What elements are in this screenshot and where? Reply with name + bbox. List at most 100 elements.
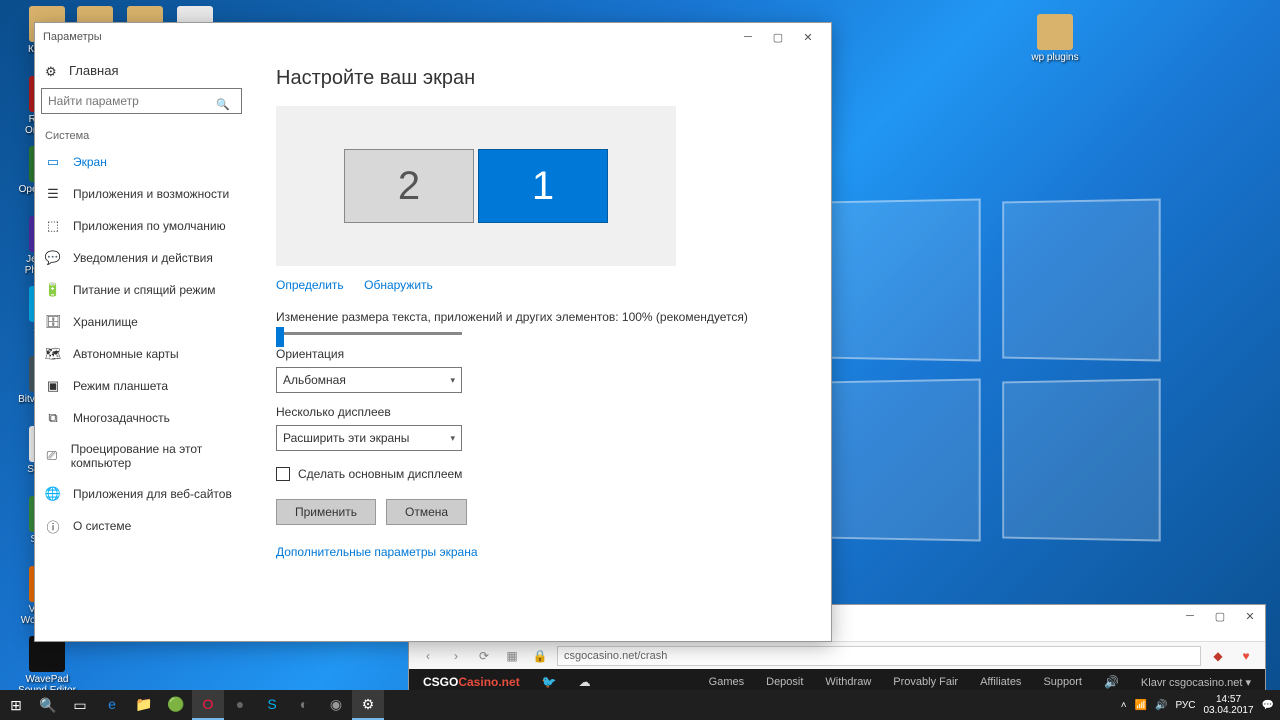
- speeddial-icon[interactable]: ▦: [501, 645, 523, 667]
- chevron-down-icon: ▾: [450, 433, 455, 444]
- sidebar-item-7[interactable]: ▣Режим планшета: [35, 370, 248, 402]
- sidebar-item-label: Уведомления и действия: [73, 251, 213, 265]
- make-main-checkbox[interactable]: Сделать основным дисплеем: [276, 467, 803, 481]
- sidebar-item-5[interactable]: 🗄Хранилище: [35, 306, 248, 338]
- titlebar[interactable]: Параметры ─ ▢ ✕: [35, 23, 831, 51]
- multiple-displays-select[interactable]: Расширить эти экраны ▾: [276, 425, 462, 451]
- sidebar-item-9[interactable]: ⎚Проецирование на этот компьютер: [35, 434, 248, 478]
- browser-close[interactable]: ✕: [1235, 605, 1265, 627]
- steam-icon[interactable]: ☁: [579, 675, 591, 689]
- sidebar-item-11[interactable]: ⓘО системе: [35, 510, 248, 542]
- sidebar-item-label: О системе: [73, 519, 131, 533]
- taskbar-app2[interactable]: ◐: [288, 690, 320, 720]
- display-2[interactable]: 2: [344, 149, 474, 223]
- nav-icon: ⧉: [45, 410, 61, 426]
- taskbar-settings[interactable]: ⚙: [352, 690, 384, 720]
- scaling-label: Изменение размера текста, приложений и д…: [276, 310, 803, 324]
- tray-network-icon[interactable]: 📶: [1135, 700, 1147, 711]
- orientation-select[interactable]: Альбомная ▾: [276, 367, 462, 393]
- site-nav-deposit[interactable]: Deposit: [766, 676, 803, 688]
- identify-link[interactable]: Определить: [276, 278, 344, 292]
- task-view-icon[interactable]: ▭: [64, 690, 96, 720]
- sidebar-item-label: Автономные карты: [73, 347, 179, 361]
- browser-toolbar: ‹ › ⟳ ▦ 🔒 ◆ ♥: [409, 641, 1265, 671]
- sidebar-item-label: Питание и спящий режим: [73, 283, 216, 297]
- sidebar-item-4[interactable]: 🔋Питание и спящий режим: [35, 274, 248, 306]
- site-nav-support[interactable]: Support: [1043, 676, 1082, 688]
- tray-language[interactable]: РУС: [1175, 700, 1195, 711]
- sidebar-item-2[interactable]: ⬚ Приложения по умолчанию: [35, 210, 248, 242]
- twitter-icon[interactable]: 🐦: [542, 675, 557, 689]
- page-title: Настройте ваш экран: [276, 67, 803, 90]
- scaling-slider[interactable]: [276, 332, 462, 335]
- taskbar-obs[interactable]: ◉: [320, 690, 352, 720]
- sidebar-item-label: Многозадачность: [73, 411, 170, 425]
- sidebar-item-3[interactable]: 💬Уведомления и действия: [35, 242, 248, 274]
- site-nav-affiliates[interactable]: Affiliates: [980, 676, 1021, 688]
- sidebar-item-0[interactable]: ▭ Экран: [35, 146, 248, 178]
- system-tray[interactable]: ˄ 📶 🔊 РУС 14:57 03.04.2017 💬: [1115, 694, 1280, 716]
- tray-notifications-icon[interactable]: 💬: [1262, 700, 1274, 711]
- browser-minimize[interactable]: ─: [1175, 605, 1205, 627]
- sidebar-item-label: Приложения и возможности: [73, 187, 229, 201]
- close-button[interactable]: ✕: [793, 26, 823, 48]
- sidebar-home[interactable]: ⚙ Главная: [35, 57, 248, 84]
- orientation-label: Ориентация: [276, 347, 803, 361]
- start-button[interactable]: ⊞: [0, 690, 32, 720]
- cancel-button[interactable]: Отмена: [386, 499, 467, 525]
- sidebar-item-label: Приложения для веб-сайтов: [73, 487, 232, 501]
- sidebar-item-label: Экран: [73, 155, 107, 169]
- extension-icon[interactable]: ◆: [1207, 645, 1229, 667]
- taskbar-app[interactable]: ●: [224, 690, 256, 720]
- user-menu[interactable]: Klavr csgocasino.net ▾: [1141, 676, 1251, 689]
- apply-button[interactable]: Применить: [276, 499, 376, 525]
- settings-sidebar: ⚙ Главная 🔍 Система ▭Экран☰Приложения и …: [35, 51, 248, 641]
- sidebar-item-label: Хранилище: [73, 315, 138, 329]
- sidebar-item-8[interactable]: ⧉ Многозадачность: [35, 402, 248, 434]
- back-icon[interactable]: ‹: [417, 645, 439, 667]
- sound-icon[interactable]: 🔊: [1104, 675, 1119, 689]
- sidebar-item-label: Приложения по умолчанию: [73, 219, 226, 233]
- site-nav-provably[interactable]: Provably Fair: [893, 676, 958, 688]
- taskbar-explorer[interactable]: 📁: [128, 690, 160, 720]
- multiple-displays-value: Расширить эти экраны: [283, 431, 409, 445]
- forward-icon[interactable]: ›: [445, 645, 467, 667]
- sidebar-item-1[interactable]: ☰Приложения и возможности: [35, 178, 248, 210]
- nav-icon: 🌐: [45, 486, 61, 502]
- taskbar-chrome[interactable]: 🟢: [160, 690, 192, 720]
- nav-icon: ⬚: [45, 218, 61, 234]
- tray-clock[interactable]: 14:57 03.04.2017: [1203, 694, 1253, 716]
- advanced-display-link[interactable]: Дополнительные параметры экрана: [276, 545, 478, 559]
- taskbar-edge[interactable]: e: [96, 690, 128, 720]
- heart-icon[interactable]: ♥: [1235, 645, 1257, 667]
- taskbar[interactable]: ⊞ 🔍 ▭ e 📁 🟢 O ● S ◐ ◉ ⚙ ˄ 📶 🔊 РУС 14:57 …: [0, 690, 1280, 720]
- reload-icon[interactable]: ⟳: [473, 645, 495, 667]
- chevron-down-icon: ▾: [450, 375, 455, 386]
- taskbar-opera[interactable]: O: [192, 690, 224, 720]
- detect-link[interactable]: Обнаружить: [364, 278, 433, 292]
- app-icon: [1037, 14, 1073, 50]
- address-input[interactable]: [557, 646, 1201, 666]
- sidebar-home-label: Главная: [69, 63, 118, 78]
- display-arrangement[interactable]: 2 1: [276, 106, 676, 266]
- site-nav-games[interactable]: Games: [709, 676, 744, 688]
- site-brand: CSGOCasino.net: [423, 675, 520, 689]
- make-main-label: Сделать основным дисплеем: [298, 467, 462, 481]
- desktop-icon[interactable]: WavePad Sound Editor: [12, 636, 82, 696]
- sidebar-item-6[interactable]: 🗺Автономные карты: [35, 338, 248, 370]
- nav-icon: ▭: [45, 154, 61, 170]
- tray-chevron-icon[interactable]: ˄: [1121, 700, 1127, 711]
- maximize-button[interactable]: ▢: [763, 26, 793, 48]
- desktop-icon[interactable]: wp plugins: [1020, 14, 1090, 63]
- browser-maximize[interactable]: ▢: [1205, 605, 1235, 627]
- settings-main: Настройте ваш экран 2 1 Определить Обнар…: [248, 51, 831, 641]
- site-nav-withdraw[interactable]: Withdraw: [825, 676, 871, 688]
- minimize-button[interactable]: ─: [733, 26, 763, 48]
- search-icon[interactable]: 🔍: [32, 690, 64, 720]
- sidebar-item-10[interactable]: 🌐 Приложения для веб-сайтов: [35, 478, 248, 510]
- display-1[interactable]: 1: [478, 149, 608, 223]
- sidebar-item-label: Проецирование на этот компьютер: [71, 442, 238, 470]
- taskbar-skype[interactable]: S: [256, 690, 288, 720]
- search-input[interactable]: [41, 88, 242, 114]
- tray-volume-icon[interactable]: 🔊: [1155, 700, 1167, 711]
